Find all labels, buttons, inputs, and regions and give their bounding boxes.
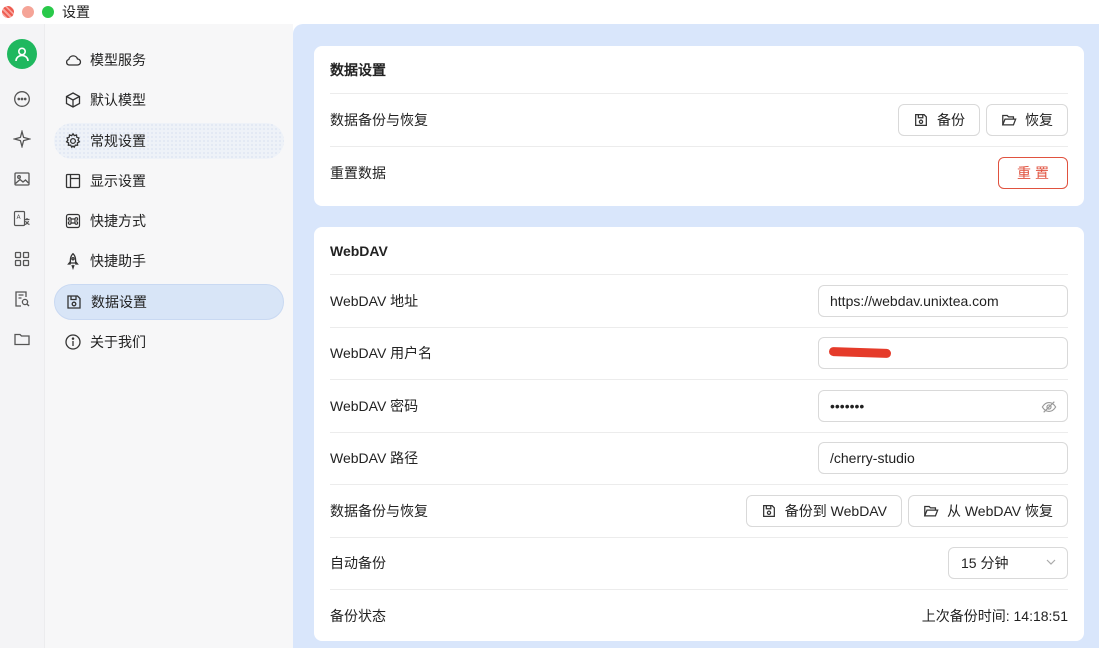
icon-rail: A (0, 24, 44, 648)
menu-item-label: 快捷助手 (90, 253, 146, 270)
auto-backup-select[interactable]: 15 分钟 (948, 547, 1068, 580)
menu-item-label: 显示设置 (90, 172, 146, 189)
svg-text:A: A (17, 214, 22, 221)
row-label: 数据备份与恢复 (330, 111, 428, 128)
command-icon (64, 212, 82, 230)
webdav-password-input[interactable]: ••••••• (818, 389, 1068, 422)
sparkle-icon[interactable] (12, 129, 32, 149)
row-label: 自动备份 (330, 555, 386, 572)
menu-item-default-model[interactable]: 默认模型 (54, 82, 284, 118)
info-icon (64, 333, 82, 351)
menu-item-data-settings[interactable]: 数据设置 (54, 283, 284, 320)
close-window-button[interactable] (2, 6, 14, 18)
card-title: WebDAV (330, 227, 1068, 275)
menu-item-label: 模型服务 (90, 52, 146, 68)
webdav-card: WebDAV WebDAV 地址 https://webdav.unixtea.… (314, 227, 1084, 641)
title-bar: 设置 (0, 0, 1099, 24)
reset-button[interactable]: 重置 (998, 156, 1068, 189)
menu-item-quick-assistant[interactable]: 快捷助手 (54, 243, 284, 279)
webdav-url-row: WebDAV 地址 https://webdav.unixtea.com (330, 275, 1068, 328)
restore-button[interactable]: 恢复 (986, 103, 1068, 136)
translate-icon[interactable]: A (12, 209, 32, 229)
settings-menu: 模型服务 默认模型 常规设置 显示设置 快捷方式 快捷助手 数据设置 关于我们 (44, 24, 293, 648)
webdav-path-input[interactable]: /cherry-studio (818, 442, 1068, 475)
backup-to-webdav-label: 备份到 WebDAV (784, 502, 887, 519)
auto-backup-value: 15 分钟 (961, 555, 1009, 572)
row-label: WebDAV 地址 (330, 292, 419, 309)
backup-to-webdav-button[interactable]: 备份到 WebDAV (745, 494, 902, 527)
restore-button-label: 恢复 (1025, 111, 1053, 128)
folder-open-icon (923, 503, 939, 519)
save-icon (65, 293, 83, 311)
card-title: 数据设置 (330, 46, 1068, 94)
backup-status-row: 备份状态 上次备份时间: 14:18:51 (330, 590, 1068, 643)
save-icon (913, 112, 929, 128)
webdav-username-input[interactable] (818, 337, 1068, 370)
row-label: 数据备份与恢复 (330, 502, 428, 519)
row-label: 备份状态 (330, 608, 386, 625)
row-label: WebDAV 用户名 (330, 345, 433, 362)
image-icon[interactable] (12, 169, 32, 189)
menu-item-label: 常规设置 (90, 132, 146, 149)
menu-item-label: 默认模型 (90, 92, 146, 109)
password-value: ••••••• (830, 397, 865, 414)
backup-status-value: 上次备份时间: 14:18:51 (921, 608, 1068, 625)
menu-item-about[interactable]: 关于我们 (54, 324, 284, 360)
cloud-icon (64, 51, 82, 69)
layout-icon (64, 172, 82, 190)
reset-data-row: 重置数据 重置 (330, 147, 1068, 200)
backup-button-label: 备份 (937, 111, 965, 128)
apps-icon[interactable] (12, 249, 32, 269)
backup-button[interactable]: 备份 (898, 103, 980, 136)
window-title: 设置 (62, 4, 90, 20)
minimize-window-button[interactable] (22, 6, 34, 18)
webdav-url-input[interactable]: https://webdav.unixtea.com (818, 284, 1068, 317)
window-controls (2, 6, 54, 18)
row-label: WebDAV 密码 (330, 397, 419, 414)
webdav-username-row: WebDAV 用户名 (330, 328, 1068, 380)
webdav-path-row: WebDAV 路径 /cherry-studio (330, 433, 1068, 485)
chat-icon[interactable] (12, 89, 32, 109)
row-label: 重置数据 (330, 164, 386, 181)
menu-item-label: 数据设置 (91, 293, 147, 310)
chevron-down-icon (1045, 555, 1057, 571)
menu-item-general-settings[interactable]: 常规设置 (54, 122, 284, 159)
eye-off-icon[interactable] (1041, 399, 1057, 418)
webdav-password-row: WebDAV 密码 ••••••• (330, 380, 1068, 433)
document-search-icon[interactable] (12, 289, 32, 309)
menu-item-model-service[interactable]: 模型服务 (54, 42, 284, 78)
menu-item-display-settings[interactable]: 显示设置 (54, 163, 284, 199)
settings-content: 数据设置 数据备份与恢复 备份 恢复 重置数据 重置 WebDAV WebDAV… (293, 24, 1099, 648)
cube-icon (64, 91, 82, 109)
folder-open-icon (1001, 112, 1017, 128)
data-settings-card: 数据设置 数据备份与恢复 备份 恢复 重置数据 重置 (314, 46, 1084, 206)
restore-from-webdav-button[interactable]: 从 WebDAV 恢复 (907, 494, 1068, 527)
menu-item-shortcuts[interactable]: 快捷方式 (54, 203, 284, 239)
menu-item-label: 关于我们 (90, 334, 146, 351)
folder-icon[interactable] (12, 329, 32, 349)
row-label: WebDAV 路径 (330, 450, 419, 467)
auto-backup-row: 自动备份 15 分钟 (330, 538, 1068, 590)
restore-from-webdav-label: 从 WebDAV 恢复 (946, 502, 1053, 519)
menu-item-label: 快捷方式 (90, 213, 146, 230)
rocket-icon (64, 252, 82, 271)
gear-icon (64, 132, 82, 150)
redaction-mark (828, 347, 892, 359)
local-backup-row: 数据备份与恢复 备份 恢复 (330, 94, 1068, 147)
webdav-backup-row: 数据备份与恢复 备份到 WebDAV 从 WebDAV 恢复 (330, 485, 1068, 538)
save-icon (761, 503, 777, 519)
zoom-window-button[interactable] (42, 6, 54, 18)
avatar-icon[interactable] (7, 39, 37, 69)
